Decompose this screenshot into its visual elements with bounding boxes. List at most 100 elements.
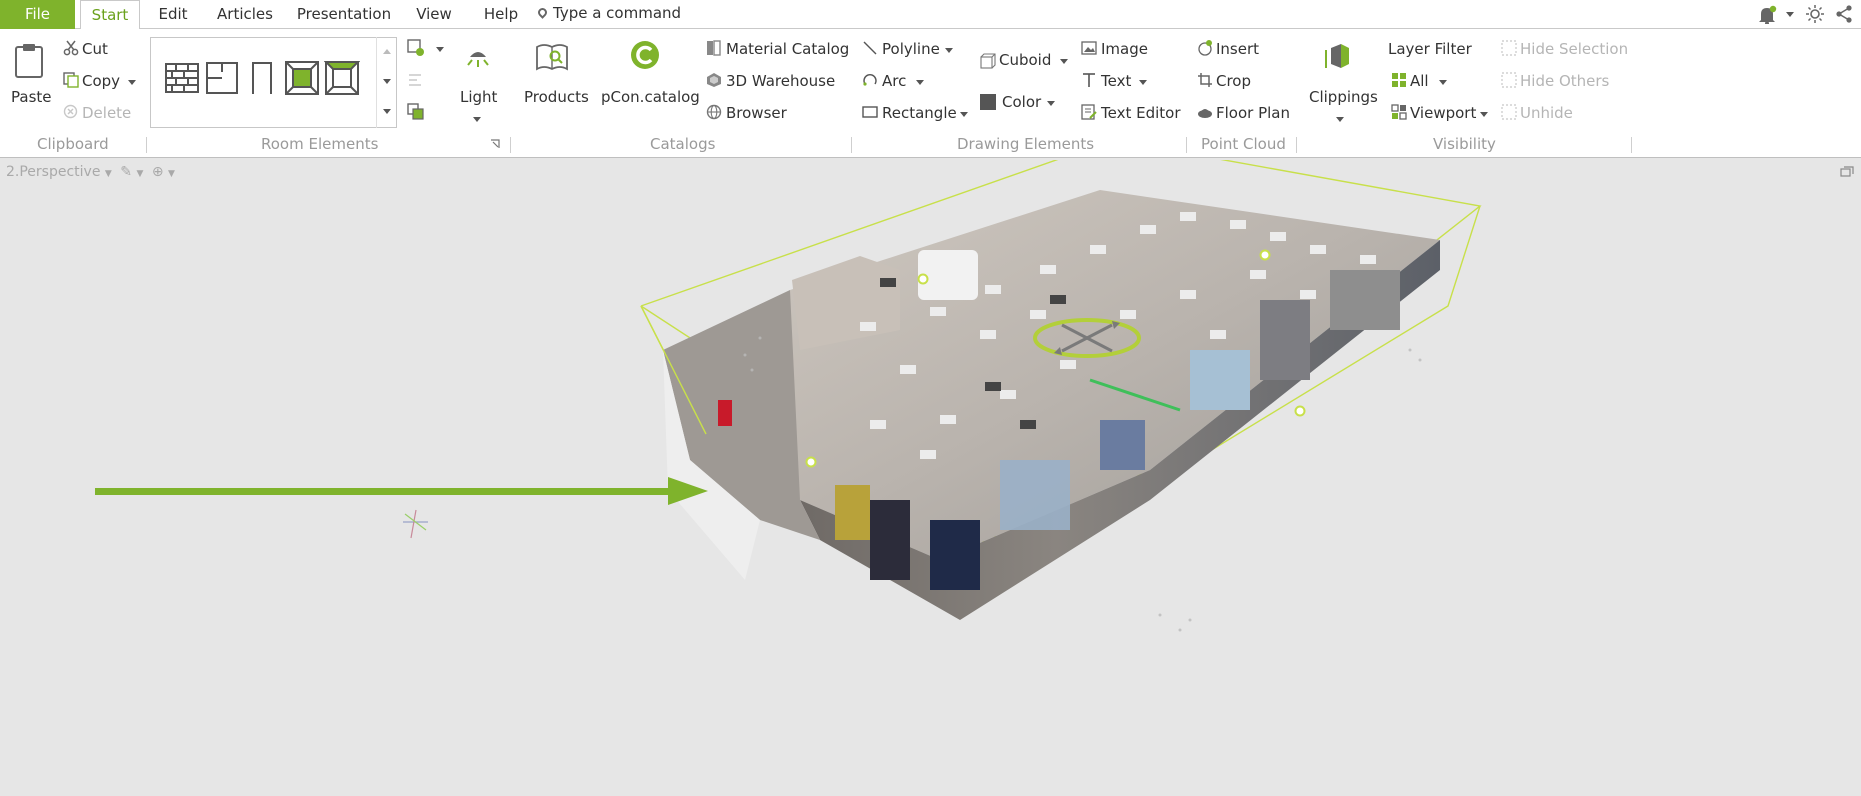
- viewport-layers-caret[interactable]: [1480, 112, 1488, 117]
- arc-dropdown-caret[interactable]: [916, 80, 924, 85]
- insert-icon: [1198, 40, 1212, 56]
- rectangle-button[interactable]: Rectangle: [882, 104, 957, 122]
- clippings-dropdown-caret[interactable]: [1336, 117, 1344, 122]
- color-button[interactable]: Color: [1002, 93, 1041, 111]
- hide-others-button[interactable]: Hide Others: [1520, 72, 1609, 90]
- 3d-viewport[interactable]: 2.Perspective ▼ ✎ ▼ ⊕ ▼: [0, 160, 1861, 796]
- paste-button[interactable]: Paste: [11, 88, 52, 106]
- cuboid-dropdown-caret[interactable]: [1060, 59, 1068, 64]
- all-layers-caret[interactable]: [1439, 80, 1447, 85]
- all-layers-dropdown[interactable]: All: [1410, 72, 1429, 90]
- visibility-group-label: Visibility: [1433, 135, 1496, 153]
- align-icon[interactable]: [407, 71, 425, 89]
- tab-start[interactable]: Start: [80, 0, 140, 30]
- app-window: File Start Edit Articles Presentation Vi…: [0, 0, 1861, 796]
- point-cloud-model[interactable]: [663, 190, 1440, 632]
- floor-icon[interactable]: [284, 60, 320, 96]
- room-elements-gallery[interactable]: [150, 37, 397, 128]
- delete-button[interactable]: Delete: [82, 104, 131, 122]
- tab-file[interactable]: File: [0, 0, 75, 29]
- gallery-expand[interactable]: [383, 109, 391, 114]
- polyline-button[interactable]: Polyline: [882, 40, 940, 58]
- bell-dropdown-caret[interactable]: [1786, 12, 1794, 17]
- polyline-dropdown-caret[interactable]: [945, 48, 953, 53]
- dialog-launcher-icon[interactable]: [490, 139, 500, 149]
- group-divider: [1186, 137, 1187, 153]
- clippings-button[interactable]: Clippings: [1309, 88, 1378, 106]
- gallery-scroll-up[interactable]: [383, 49, 391, 54]
- room-elements-group-label: Room Elements: [261, 135, 379, 153]
- material-catalog-button[interactable]: Material Catalog: [726, 40, 849, 58]
- arrow-icon: [95, 477, 708, 505]
- warehouse-icon: [707, 73, 721, 87]
- room-icon[interactable]: [204, 60, 240, 96]
- point-cloud-group-label: Point Cloud: [1201, 135, 1286, 153]
- tab-presentation[interactable]: Presentation: [296, 0, 392, 29]
- axis-marker-icon: [403, 509, 428, 539]
- add-element-caret[interactable]: [436, 47, 444, 52]
- tab-view[interactable]: View: [410, 0, 458, 29]
- image-icon: [1081, 41, 1097, 55]
- group-divider: [146, 137, 147, 153]
- browser-button[interactable]: Browser: [726, 104, 787, 122]
- color-icon: [980, 94, 996, 110]
- hide-selection-button[interactable]: Hide Selection: [1520, 40, 1628, 58]
- cut-button[interactable]: Cut: [82, 40, 108, 58]
- cuboid-icon: [980, 53, 996, 69]
- copy-dropdown-caret[interactable]: [128, 80, 136, 85]
- add-element-icon[interactable]: [407, 39, 425, 57]
- tab-help[interactable]: Help: [476, 0, 526, 29]
- hide-selection-icon: [1501, 40, 1517, 56]
- layer-filter-label: Layer Filter: [1388, 40, 1472, 58]
- floor-plan-button[interactable]: Floor Plan: [1216, 104, 1290, 122]
- bell-icon[interactable]: [1756, 4, 1778, 24]
- gallery-scroll[interactable]: [376, 37, 396, 128]
- wall-icon[interactable]: [164, 60, 200, 96]
- paste-icon[interactable]: [14, 43, 44, 79]
- products-icon[interactable]: [535, 41, 569, 73]
- text-dropdown-caret[interactable]: [1139, 80, 1147, 85]
- color-dropdown-caret[interactable]: [1047, 101, 1055, 106]
- text-editor-button[interactable]: Text Editor: [1101, 104, 1181, 122]
- drawing-elements-group-label: Drawing Elements: [957, 135, 1095, 153]
- scene-canvas[interactable]: [0, 160, 1861, 796]
- door-icon[interactable]: [244, 60, 280, 96]
- image-button[interactable]: Image: [1101, 40, 1148, 58]
- light-dropdown-caret[interactable]: [473, 117, 481, 122]
- light-icon[interactable]: [462, 41, 494, 73]
- ceiling-icon[interactable]: [324, 60, 360, 96]
- share-icon[interactable]: [1834, 4, 1854, 24]
- copy-button[interactable]: Copy: [82, 72, 120, 90]
- viewport-layers-dropdown[interactable]: Viewport: [1410, 104, 1476, 122]
- text-button[interactable]: Text: [1101, 72, 1131, 90]
- clippings-icon[interactable]: [1325, 40, 1355, 72]
- command-search[interactable]: Type a command: [536, 0, 681, 27]
- copy-icon: [63, 72, 79, 88]
- crop-button[interactable]: Crop: [1216, 72, 1251, 90]
- group-divider: [1296, 137, 1297, 153]
- replace-icon[interactable]: [407, 103, 425, 121]
- delete-icon: [63, 104, 78, 119]
- hide-others-icon: [1501, 72, 1517, 88]
- lightbulb-icon: [536, 6, 549, 19]
- tab-edit[interactable]: Edit: [148, 0, 198, 29]
- tab-articles[interactable]: Articles: [212, 0, 278, 29]
- crop-icon: [1198, 73, 1212, 87]
- unhide-button[interactable]: Unhide: [1520, 104, 1573, 122]
- polyline-icon: [863, 41, 877, 55]
- 3d-warehouse-button[interactable]: 3D Warehouse: [726, 72, 835, 90]
- pcon-catalog-button[interactable]: pCon.catalog: [601, 88, 700, 106]
- pcon-catalog-icon[interactable]: [630, 40, 660, 70]
- insert-button[interactable]: Insert: [1216, 40, 1259, 58]
- arc-button[interactable]: Arc: [882, 72, 906, 90]
- sun-icon[interactable]: [1805, 4, 1825, 24]
- cuboid-button[interactable]: Cuboid: [999, 51, 1051, 69]
- rectangle-dropdown-caret[interactable]: [960, 112, 968, 117]
- light-button[interactable]: Light: [460, 88, 497, 106]
- rectangle-icon: [862, 106, 878, 118]
- products-button[interactable]: Products: [524, 88, 589, 106]
- gallery-scroll-down[interactable]: [383, 79, 391, 84]
- catalogs-group-label: Catalogs: [650, 135, 716, 153]
- floor-plan-icon: [1198, 109, 1212, 118]
- group-divider: [851, 137, 852, 153]
